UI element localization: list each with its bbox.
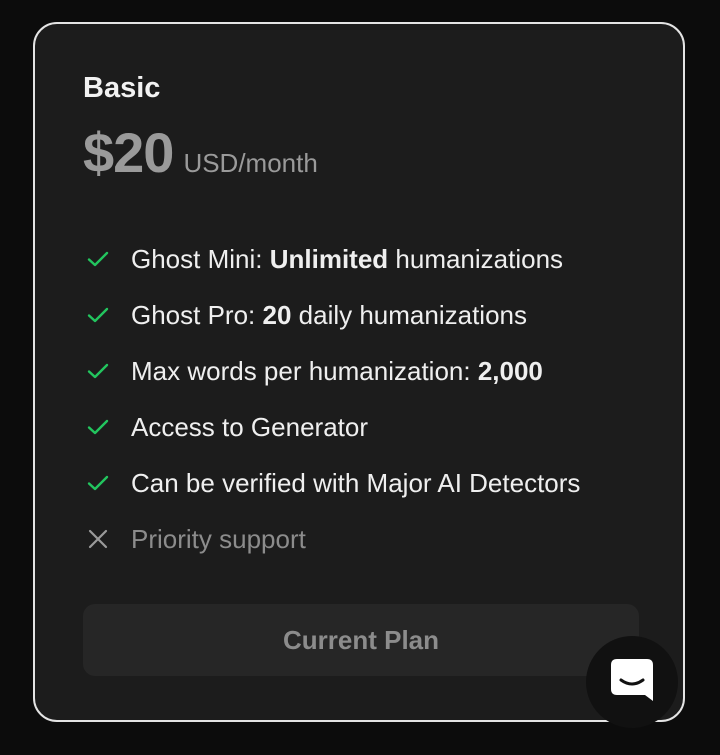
x-icon <box>83 524 113 554</box>
feature-text: Ghost Pro: 20 daily humanizations <box>131 299 527 330</box>
chat-bubble-icon <box>609 657 655 708</box>
feature-item: Max words per humanization: 2,000 <box>83 343 580 399</box>
plan-name: Basic <box>83 72 161 104</box>
feature-list: Ghost Mini: Unlimited humanizations Ghos… <box>83 231 580 567</box>
price-row: $20 USD/month <box>83 120 318 185</box>
current-plan-button[interactable]: Current Plan <box>83 604 639 676</box>
check-icon <box>83 300 113 330</box>
feature-item-excluded: Priority support <box>83 511 580 567</box>
check-icon <box>83 412 113 442</box>
plan-price: $20 <box>83 121 174 184</box>
feature-text: Ghost Mini: Unlimited humanizations <box>131 243 564 274</box>
pricing-card: Basic $20 USD/month Ghost Mini: Unlimite… <box>33 22 685 722</box>
feature-text: Can be verified with Major AI Detectors <box>131 467 581 498</box>
check-icon <box>83 468 113 498</box>
feature-text: Max words per humanization: 2,000 <box>131 355 543 386</box>
feature-item: Ghost Mini: Unlimited humanizations <box>83 231 580 287</box>
feature-text: Priority support <box>131 523 306 554</box>
feature-text: Access to Generator <box>131 411 368 442</box>
check-icon <box>83 244 113 274</box>
plan-period: USD/month <box>183 148 318 178</box>
feature-item: Ghost Pro: 20 daily humanizations <box>83 287 580 343</box>
feature-item: Access to Generator <box>83 399 580 455</box>
chat-launcher-button[interactable] <box>586 636 678 728</box>
feature-item: Can be verified with Major AI Detectors <box>83 455 580 511</box>
check-icon <box>83 356 113 386</box>
